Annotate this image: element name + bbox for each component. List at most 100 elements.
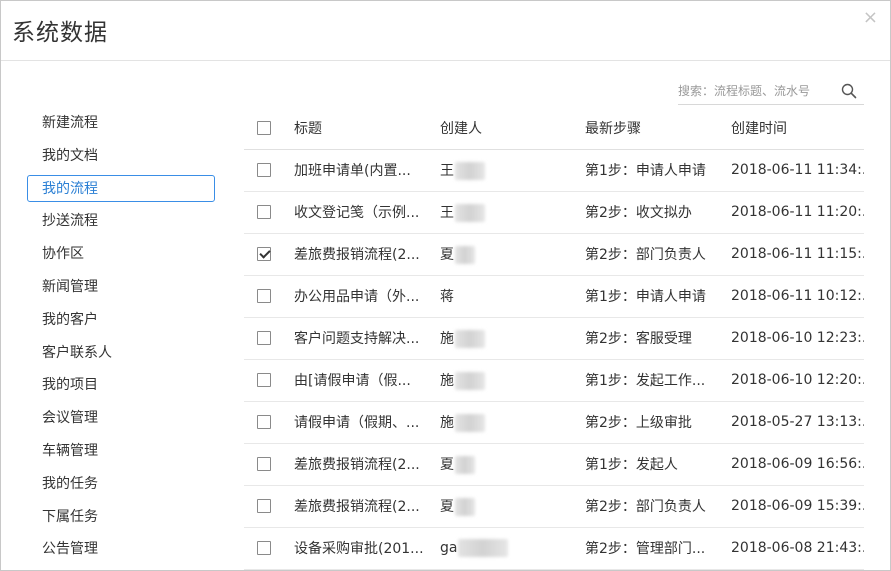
row-title-text: 由[请假申请（假... (294, 373, 411, 389)
table-row[interactable]: 差旅费报销流程(2... 夏 第2步：部门负责人 2018-06-11 11:15:.… (244, 233, 864, 276)
row-title[interactable]: 加班申请单(内置... (294, 149, 440, 192)
row-creator-text: 夏 (440, 499, 454, 515)
row-step-text: 第2步：部门负责人 (585, 499, 706, 515)
row-step-text: 第2步：收文拟办 (585, 205, 692, 221)
table-row[interactable]: 请假申请（假期、... 施 第2步：上级审批 2018-05-27 13:13:... (244, 401, 864, 444)
row-creator-text: 王 (440, 163, 454, 179)
redacted-name-blur (455, 330, 485, 348)
row-step: 第2步：部门负责人 (585, 233, 731, 276)
sidebar-item[interactable]: 会议管理 (27, 404, 215, 431)
row-creator-text: 王 (440, 205, 454, 221)
row-title-text: 客户问题支持解决... (294, 331, 420, 347)
row-title[interactable]: 客户问题支持解决... (294, 317, 440, 360)
row-checkbox[interactable] (257, 373, 271, 387)
row-checkbox[interactable] (257, 331, 271, 345)
row-select-cell (244, 275, 294, 318)
header-creator: 创建人 (440, 107, 585, 150)
flow-table: 标题 创建人 最新步骤 创建时间 加班申请单(内置... 王第1步：申请人申请 20… (244, 107, 864, 570)
row-select-cell (244, 401, 294, 444)
table-row[interactable]: 收文登记笺（示例... 王 第2步：收文拟办 2018-06-11 11:20:... (244, 191, 864, 234)
row-step-text: 第2步：部门负责人 (585, 247, 706, 263)
row-time-text: 2018-06-09 15:39:... (731, 498, 864, 514)
row-title-text: 加班申请单(内置... (294, 163, 411, 179)
row-title-text: 办公用品申请（外... (294, 289, 420, 305)
row-step: 第1步：发起人 (585, 443, 731, 486)
row-checkbox[interactable] (257, 499, 271, 513)
sidebar-item[interactable]: 我的客户 (27, 306, 215, 333)
select-all-checkbox[interactable] (257, 120, 271, 135)
sidebar-item[interactable]: 客户联系人 (27, 339, 215, 366)
search-input[interactable] (678, 80, 828, 102)
table-header-row: 标题 创建人 最新步骤 创建时间 (244, 107, 864, 150)
table-row[interactable]: 由[请假申请（假... 施 第1步：发起工作... 2018-06-10 12:20:… (244, 359, 864, 402)
table-row[interactable]: 办公用品申请（外... 蒋 第1步：申请人申请 2018-06-11 10:12:..… (244, 275, 864, 318)
sidebar-item[interactable]: 我的任务 (27, 470, 215, 497)
row-creator: 夏 (440, 443, 585, 486)
search-box (678, 77, 864, 105)
row-time-text: 2018-06-08 21:43:... (731, 540, 864, 556)
search-icon[interactable] (841, 83, 857, 99)
table-row[interactable]: 差旅费报销流程(2... 夏 第1步：发起人 2018-06-09 16:56:... (244, 443, 864, 486)
table-row[interactable]: 差旅费报销流程(2... 夏 第2步：部门负责人 2018-06-09 15:39:.… (244, 485, 864, 528)
row-title[interactable]: 由[请假申请（假... (294, 359, 440, 402)
sidebar-item[interactable]: 我的文档 (27, 142, 215, 169)
row-creator: 蒋 (440, 275, 585, 318)
row-step-text: 第2步：管理部门... (585, 541, 706, 557)
sidebar: 新建流程我的文档我的流程抄送流程协作区新闻管理我的客户客户联系人我的项目会议管理… (27, 109, 215, 568)
sidebar-item[interactable]: 新闻管理 (27, 273, 215, 300)
row-step: 第1步：发起工作... (585, 359, 731, 402)
row-creator: 施 (440, 359, 585, 402)
row-time: 2018-06-09 15:39:... (731, 485, 864, 528)
table-row[interactable]: 设备采购审批(201... ga 第2步：管理部门... 2018-06-08 21:… (244, 527, 864, 570)
row-checkbox[interactable] (257, 457, 271, 471)
sidebar-item[interactable]: 协作区 (27, 240, 215, 267)
row-time: 2018-06-11 11:20:... (731, 191, 864, 234)
row-time-text: 2018-06-11 11:15:... (731, 246, 864, 262)
row-step: 第2步：管理部门... (585, 527, 731, 570)
row-time: 2018-06-08 21:43:... (731, 527, 864, 570)
row-step: 第2步：上级审批 (585, 401, 731, 444)
row-creator-text: 施 (440, 373, 454, 389)
row-checkbox[interactable] (257, 247, 271, 261)
row-checkbox[interactable] (257, 289, 271, 303)
row-title[interactable]: 收文登记笺（示例... (294, 191, 440, 234)
sidebar-item[interactable]: 车辆管理 (27, 437, 215, 464)
row-select-cell (244, 527, 294, 570)
sidebar-item[interactable]: 我的流程 (27, 174, 215, 202)
row-creator: 施 (440, 317, 585, 360)
row-step: 第1步：申请人申请 (585, 149, 731, 192)
flow-table-wrap: 标题 创建人 最新步骤 创建时间 加班申请单(内置... 王第1步：申请人申请 20… (244, 107, 864, 570)
row-time: 2018-06-09 16:56:... (731, 443, 864, 486)
row-checkbox[interactable] (257, 163, 271, 177)
sidebar-item[interactable]: 我的项目 (27, 371, 215, 398)
dialog-header: 系统数据 × (1, 1, 890, 61)
row-time-text: 2018-06-11 11:34:... (731, 162, 864, 178)
row-creator: 夏 (440, 233, 585, 276)
row-checkbox[interactable] (257, 541, 271, 555)
row-title[interactable]: 设备采购审批(201... (294, 527, 440, 570)
row-title[interactable]: 请假申请（假期、... (294, 401, 440, 444)
table-row[interactable]: 客户问题支持解决... 施 第2步：客服受理 2018-06-10 12:23:... (244, 317, 864, 360)
sidebar-item[interactable]: 公告管理 (27, 535, 215, 562)
row-checkbox[interactable] (257, 205, 271, 219)
row-title[interactable]: 差旅费报销流程(2... (294, 233, 440, 276)
row-title-text: 收文登记笺（示例... (294, 205, 420, 221)
header-time: 创建时间 (731, 107, 864, 150)
row-creator-text: ga (440, 540, 458, 556)
sidebar-item[interactable]: 抄送流程 (27, 207, 215, 234)
redacted-name-blur (455, 162, 485, 180)
header-select-all (244, 107, 294, 150)
sidebar-item[interactable]: 下属任务 (27, 503, 215, 530)
row-creator: ga (440, 527, 585, 570)
row-checkbox[interactable] (257, 415, 271, 429)
row-title[interactable]: 差旅费报销流程(2... (294, 443, 440, 486)
table-row[interactable]: 加班申请单(内置... 王 第1步：申请人申请 2018-06-11 11:34:..… (244, 149, 864, 192)
row-title[interactable]: 差旅费报销流程(2... (294, 485, 440, 528)
row-title[interactable]: 办公用品申请（外... (294, 275, 440, 318)
row-time-text: 2018-05-27 13:13:... (731, 414, 864, 430)
row-creator: 王 (440, 149, 585, 192)
close-icon[interactable]: × (863, 9, 878, 27)
sidebar-item[interactable]: 新建流程 (27, 109, 215, 136)
row-time: 2018-06-10 12:20:... (731, 359, 864, 402)
row-step-text: 第1步：发起人 (585, 457, 678, 473)
